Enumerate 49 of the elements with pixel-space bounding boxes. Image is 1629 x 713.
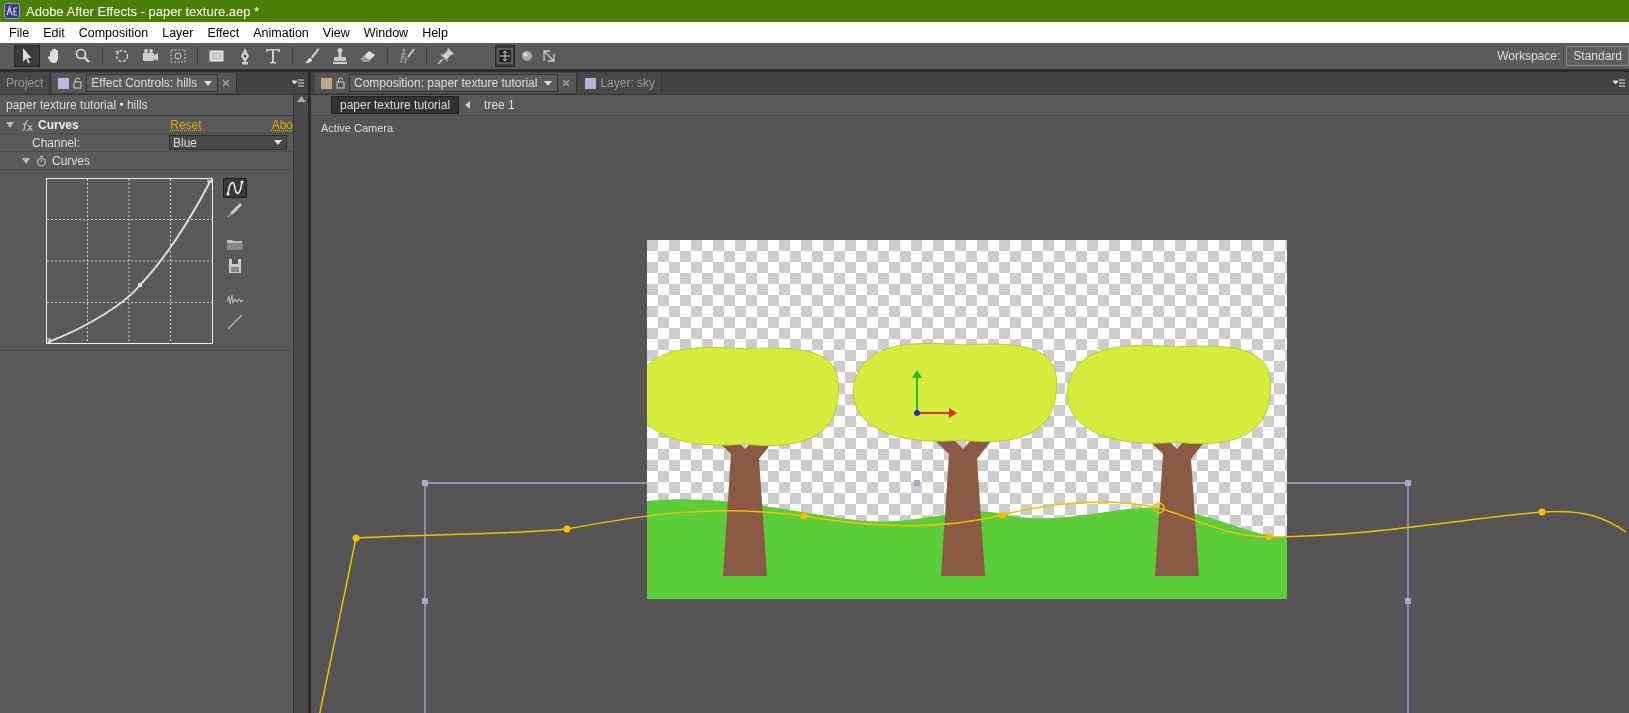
disclosure-triangle[interactable] <box>6 121 14 128</box>
close-icon[interactable] <box>562 79 571 87</box>
window-title: Adobe After Effects - paper texture.aep * <box>26 3 260 19</box>
curves-graph[interactable] <box>46 178 213 344</box>
tab-title: Composition: paper texture tutorial <box>354 76 538 90</box>
tab-title: Layer: sky <box>600 76 656 90</box>
tab-title: Project <box>6 76 44 90</box>
workspace-dropdown[interactable]: Standard <box>1566 46 1629 66</box>
menu-item[interactable]: Window <box>356 25 416 40</box>
view-label: Active Camera <box>321 122 394 134</box>
tab-title: Effect Controls: hills <box>91 76 198 90</box>
stopwatch-icon[interactable] <box>36 154 47 167</box>
dropdown-arrow-icon[interactable] <box>203 78 214 88</box>
menu-item[interactable]: View <box>315 25 357 40</box>
lock-icon <box>73 77 83 89</box>
flowchart-item[interactable]: tree 1 <box>476 97 523 113</box>
menu-item[interactable]: Composition <box>71 25 156 40</box>
panel-menu-icon[interactable] <box>1613 78 1625 88</box>
menu-item[interactable]: Animation <box>246 25 316 40</box>
panel-menu-icon[interactable] <box>292 78 304 88</box>
panel-tab[interactable]: Composition: paper texture tutorial <box>315 73 578 93</box>
panel-tab[interactable]: Effect Controls: hills <box>52 73 238 93</box>
scroll-up-arrow-icon[interactable] <box>296 95 306 102</box>
disclosure-triangle[interactable] <box>22 157 30 164</box>
channel-dropdown[interactable]: Blue <box>169 135 287 150</box>
motion-path[interactable] <box>318 501 1626 713</box>
color-swatch-icon <box>585 77 597 89</box>
layer-bounding-box[interactable] <box>422 480 1411 713</box>
workspace-label: Workspace: <box>1497 49 1561 63</box>
effect-name: Curves <box>38 117 79 132</box>
property-label: Channel: <box>32 135 81 150</box>
app-logo-icon <box>4 3 20 19</box>
color-swatch-icon <box>58 77 70 89</box>
color-swatch-icon <box>321 77 332 89</box>
menu-item[interactable]: File <box>2 25 37 40</box>
close-icon[interactable] <box>222 79 231 87</box>
menu-item[interactable]: Effect <box>200 25 247 40</box>
lock-icon <box>336 77 345 89</box>
fx-icon <box>20 118 34 131</box>
flowchart-item[interactable]: paper texture tutorial <box>331 96 460 114</box>
breadcrumb-arrow-icon <box>465 101 471 109</box>
menu-item[interactable]: Help <box>415 25 455 40</box>
property-label: Curves <box>52 153 90 168</box>
dropdown-arrow-icon[interactable] <box>543 78 554 88</box>
breadcrumb: paper texture tutorial • hills <box>0 95 293 116</box>
axis-gizmo-icon[interactable] <box>912 370 957 418</box>
dropdown-arrow-icon[interactable] <box>273 138 283 147</box>
menu-item[interactable]: Edit <box>36 25 72 40</box>
menu-item[interactable]: Layer <box>155 25 201 40</box>
